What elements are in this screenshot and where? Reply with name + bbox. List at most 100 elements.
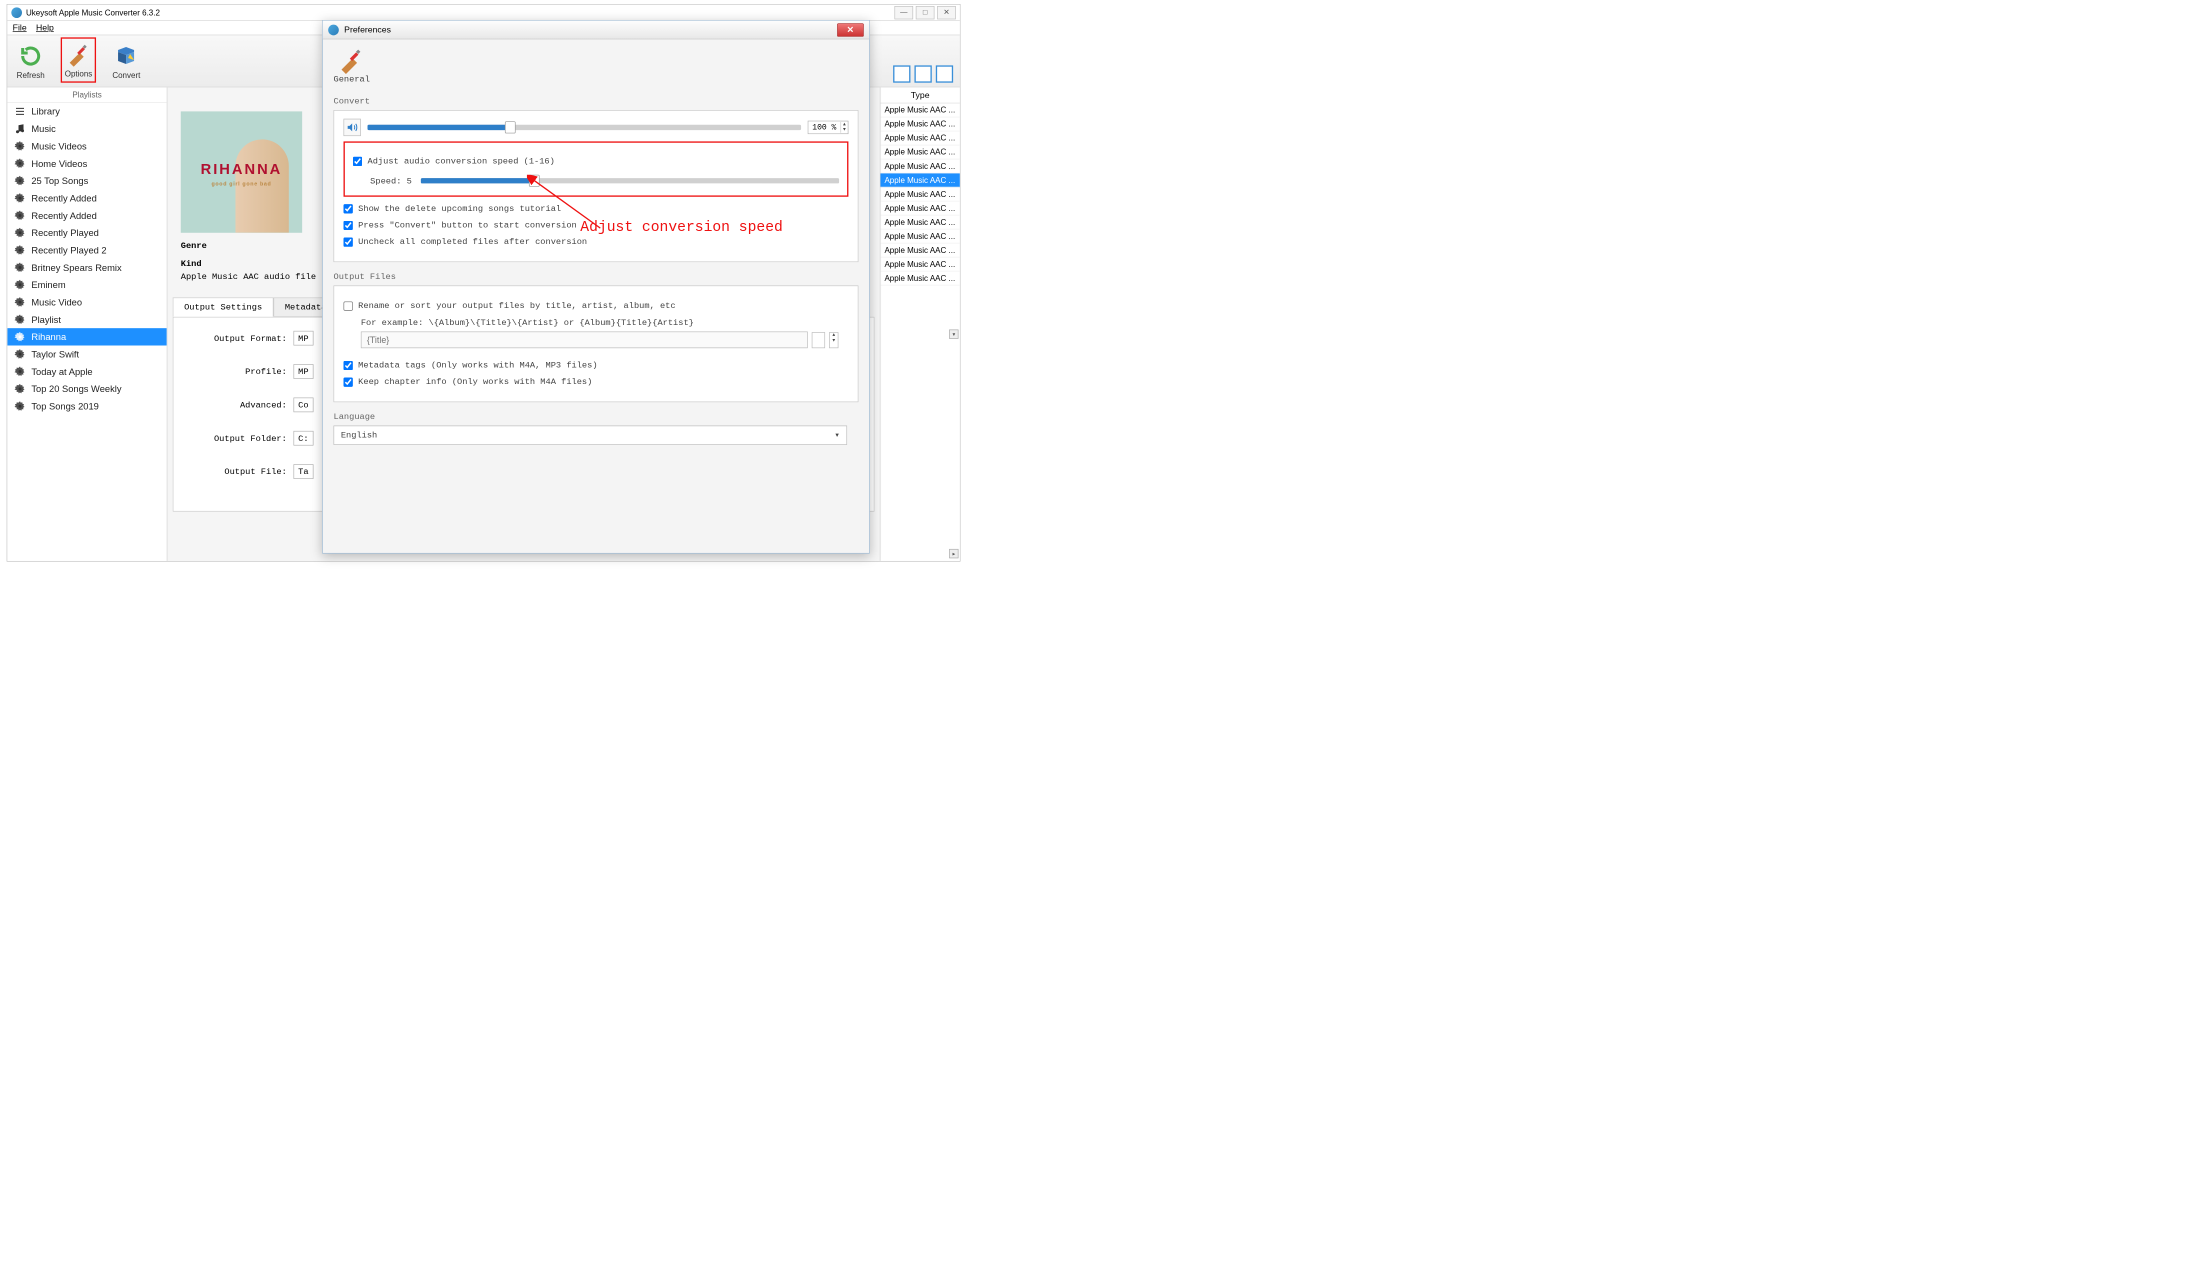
type-row[interactable]: Apple Music AAC ... bbox=[880, 229, 959, 243]
refresh-button[interactable]: Refresh bbox=[14, 40, 47, 83]
gear-icon bbox=[14, 157, 26, 169]
gear-icon bbox=[14, 261, 26, 273]
menu-file[interactable]: File bbox=[13, 23, 27, 33]
type-row[interactable]: Apple Music AAC ... bbox=[880, 159, 959, 173]
layout-square-2[interactable] bbox=[914, 65, 931, 82]
type-row[interactable]: Apple Music AAC ... bbox=[880, 271, 959, 285]
output-folder-label: Output Folder: bbox=[193, 433, 286, 443]
gear-icon bbox=[14, 209, 26, 221]
sidebar-item-rihanna[interactable]: Rihanna bbox=[7, 328, 166, 345]
adjust-speed-checkbox[interactable]: Adjust audio conversion speed (1-16) bbox=[353, 156, 839, 166]
sidebar-item-label: Recently Played 2 bbox=[31, 245, 106, 256]
speed-slider[interactable] bbox=[421, 178, 839, 183]
type-row[interactable]: Apple Music AAC ... bbox=[880, 243, 959, 257]
sidebar-item-label: Top Songs 2019 bbox=[31, 401, 99, 412]
uncheck-completed-checkbox[interactable]: Uncheck all completed files after conver… bbox=[344, 237, 849, 247]
minimize-button[interactable]: — bbox=[894, 6, 913, 19]
type-row[interactable]: Apple Music AAC ... bbox=[880, 257, 959, 271]
sidebar-item-label: Recently Added bbox=[31, 210, 96, 221]
output-file-field[interactable]: Ta bbox=[293, 464, 313, 479]
type-row[interactable]: Apple Music AAC ... bbox=[880, 117, 959, 131]
rename-checkbox[interactable]: Rename or sort your output files by titl… bbox=[344, 301, 849, 311]
gear-icon bbox=[14, 366, 26, 378]
rename-pattern-input[interactable] bbox=[361, 331, 808, 348]
options-icon bbox=[65, 41, 92, 68]
dialog-title: Preferences bbox=[344, 25, 391, 35]
type-row[interactable]: Apple Music AAC ... bbox=[880, 131, 959, 145]
sidebar-item-recently-added[interactable]: Recently Added bbox=[7, 189, 166, 206]
sidebar-item-music[interactable]: Music bbox=[7, 120, 166, 137]
spin-down-icon[interactable]: ▼ bbox=[841, 127, 848, 132]
rename-extra-button[interactable] bbox=[812, 332, 825, 348]
sidebar-item-music-video[interactable]: Music Video bbox=[7, 293, 166, 310]
sidebar-item-eminem[interactable]: Eminem bbox=[7, 276, 166, 293]
sidebar-item-label: Music Video bbox=[31, 297, 82, 308]
sidebar-item-recently-added[interactable]: Recently Added bbox=[7, 207, 166, 224]
type-row[interactable]: Apple Music AAC ... bbox=[880, 173, 959, 187]
metadata-tags-checkbox[interactable]: Metadata tags (Only works with M4A, MP3 … bbox=[344, 360, 849, 370]
sidebar-item-label: Recently Added bbox=[31, 193, 96, 204]
close-button[interactable]: ✕ bbox=[937, 6, 956, 19]
language-value: English bbox=[341, 430, 377, 440]
sidebar-item-taylor-swift[interactable]: Taylor Swift bbox=[7, 346, 166, 363]
output-files-panel: Rename or sort your output files by titl… bbox=[334, 285, 859, 402]
sidebar-header: Playlists bbox=[7, 87, 166, 102]
playlists-sidebar: Playlists LibraryMusicMusic VideosHome V… bbox=[7, 87, 167, 561]
gear-icon bbox=[14, 227, 26, 239]
sidebar-item-today-at-apple[interactable]: Today at Apple bbox=[7, 363, 166, 380]
menu-help[interactable]: Help bbox=[36, 23, 54, 33]
advanced-field[interactable]: Co bbox=[293, 398, 313, 413]
profile-field[interactable]: MP bbox=[293, 364, 313, 379]
chevron-down-icon[interactable]: ▼ bbox=[830, 338, 838, 343]
app-icon bbox=[11, 7, 22, 18]
type-row[interactable]: Apple Music AAC ... bbox=[880, 103, 959, 117]
tab-output-settings[interactable]: Output Settings bbox=[173, 297, 274, 316]
layout-square-3[interactable] bbox=[936, 65, 953, 82]
output-folder-field[interactable]: C: bbox=[293, 431, 313, 446]
type-row[interactable]: Apple Music AAC ... bbox=[880, 187, 959, 201]
type-row[interactable]: Apple Music AAC ... bbox=[880, 215, 959, 229]
convert-panel: ▲▼ Adjust audio conversion speed (1-16) … bbox=[334, 110, 859, 262]
refresh-icon bbox=[17, 43, 44, 70]
general-tab[interactable]: General bbox=[334, 47, 370, 84]
convert-button[interactable]: Convert bbox=[110, 40, 143, 83]
layout-square-1[interactable] bbox=[893, 65, 910, 82]
show-delete-checkbox[interactable]: Show the delete upcoming songs tutorial bbox=[344, 203, 849, 213]
language-combo[interactable]: English ▾ bbox=[334, 426, 848, 445]
combo-arrow-icon: ▾ bbox=[835, 430, 840, 440]
gear-icon bbox=[14, 192, 26, 204]
sidebar-item-25-top-songs[interactable]: 25 Top Songs bbox=[7, 172, 166, 189]
general-icon bbox=[338, 47, 365, 74]
sidebar-item-music-videos[interactable]: Music Videos bbox=[7, 137, 166, 154]
volume-icon[interactable] bbox=[344, 119, 361, 136]
sidebar-item-britney-spears-remix[interactable]: Britney Spears Remix bbox=[7, 259, 166, 276]
sidebar-item-recently-played-2[interactable]: Recently Played 2 bbox=[7, 241, 166, 258]
dialog-app-icon bbox=[328, 24, 339, 35]
gear-icon bbox=[14, 244, 26, 256]
sidebar-item-recently-played[interactable]: Recently Played bbox=[7, 224, 166, 241]
volume-value[interactable] bbox=[808, 121, 840, 133]
press-convert-checkbox[interactable]: Press "Convert" button to start conversi… bbox=[344, 220, 849, 230]
sidebar-item-top-20-songs-weekly[interactable]: Top 20 Songs Weekly bbox=[7, 380, 166, 397]
scroll-right-icon[interactable]: ▸ bbox=[949, 549, 958, 558]
sidebar-item-playlist[interactable]: Playlist bbox=[7, 311, 166, 328]
maximize-button[interactable]: □ bbox=[916, 6, 935, 19]
scroll-down-icon[interactable]: ▾ bbox=[949, 329, 958, 338]
volume-spinner[interactable]: ▲▼ bbox=[808, 121, 849, 134]
type-row[interactable]: Apple Music AAC ... bbox=[880, 145, 959, 159]
gear-icon bbox=[14, 400, 26, 412]
sidebar-item-top-songs-2019[interactable]: Top Songs 2019 bbox=[7, 398, 166, 415]
output-format-field[interactable]: MP bbox=[293, 331, 313, 346]
gear-icon bbox=[14, 140, 26, 152]
volume-slider[interactable] bbox=[368, 125, 801, 130]
sidebar-item-label: Britney Spears Remix bbox=[31, 262, 121, 273]
type-row[interactable]: Apple Music AAC ... bbox=[880, 201, 959, 215]
dialog-close-button[interactable]: ✕ bbox=[837, 23, 864, 36]
options-button[interactable]: Options bbox=[61, 37, 97, 82]
preferences-dialog: Preferences ✕ General Convert ▲▼ bbox=[322, 20, 870, 554]
sidebar-item-library[interactable]: Library bbox=[7, 103, 166, 120]
sidebar-item-home-videos[interactable]: Home Videos bbox=[7, 155, 166, 172]
gear-icon bbox=[14, 313, 26, 325]
chapter-info-checkbox[interactable]: Keep chapter info (Only works with M4A f… bbox=[344, 377, 849, 387]
gear-icon bbox=[14, 331, 26, 343]
